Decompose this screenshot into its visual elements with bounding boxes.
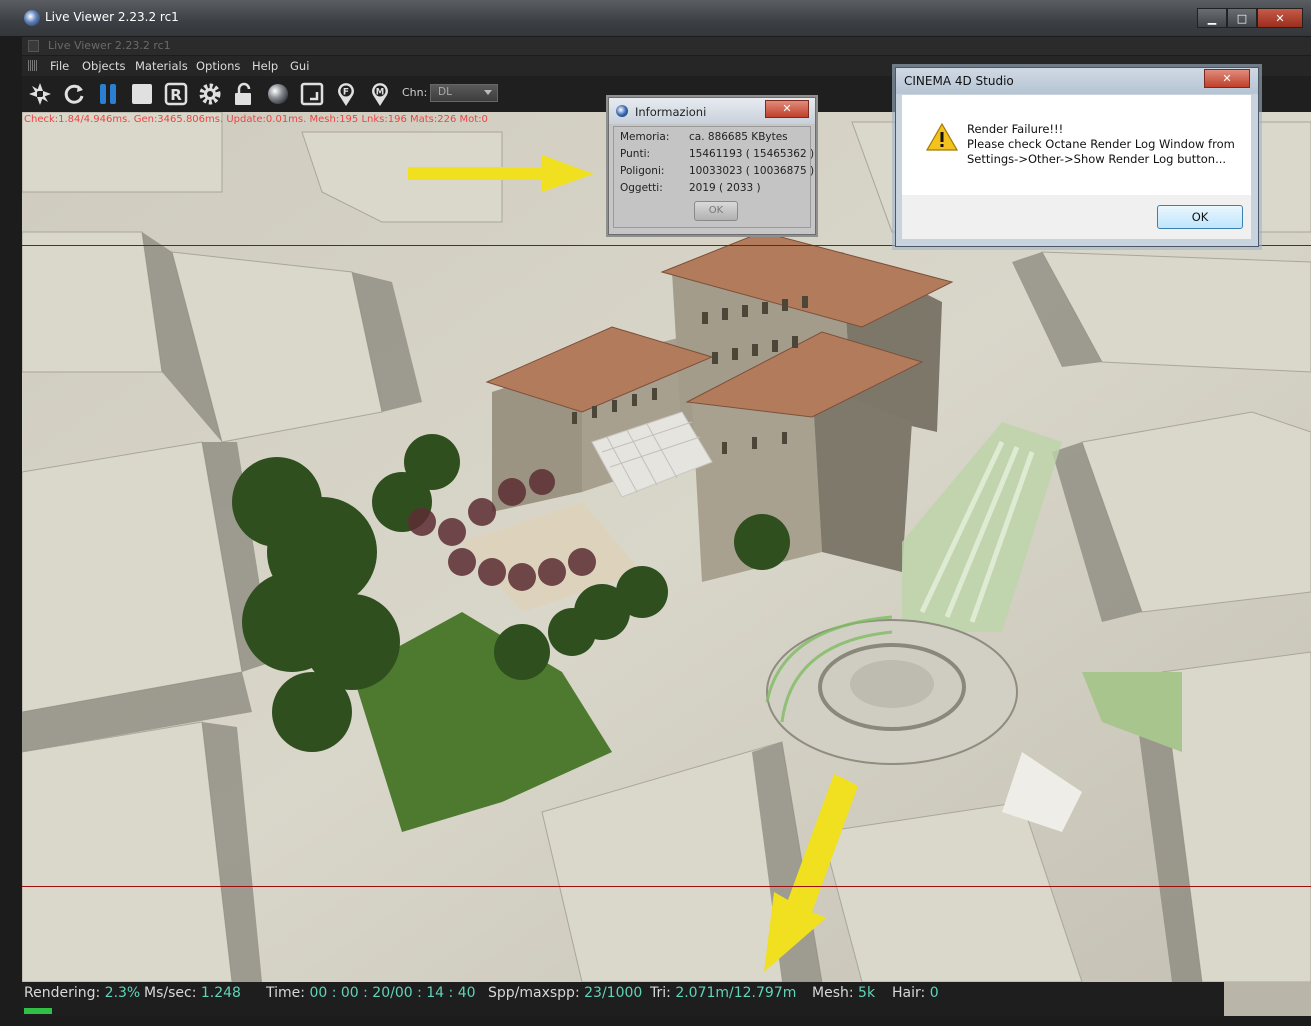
restart-button[interactable] [60,80,88,108]
status-bar-filler [1224,982,1311,1016]
sphere-icon [268,84,288,104]
menu-help[interactable]: Help [252,59,278,73]
c4d-dialog-body: Render Failure!!! Please check Octane Re… [902,95,1251,195]
window-title: Live Viewer 2.23.2 rc1 [45,10,179,24]
material-pick-button[interactable]: M [366,80,394,108]
chevron-down-icon [484,90,492,95]
pin-m-icon: M [372,83,388,106]
rendering-percent: 2.3% [104,985,141,1001]
info-ok-button[interactable]: OK [694,201,738,221]
render-failure-dialog: CINEMA 4D Studio ✕ Render Failure!!! Ple… [895,67,1259,247]
lock-button[interactable] [230,80,258,108]
c4d-dialog-titlebar[interactable]: CINEMA 4D Studio ✕ [896,68,1258,94]
render-failure-message: Render Failure!!! Please check Octane Re… [967,122,1235,167]
r-box-icon: R [164,82,188,106]
mesh-value: 5k [858,985,876,1001]
channel-select[interactable]: DL [430,84,498,102]
time-value: 00 : 00 : 20/00 : 14 : 40 [309,985,476,1001]
rendering-status: Rendering: 2.3% [24,985,141,1001]
hair-status: Hair: 0 [892,985,939,1001]
minimize-button[interactable]: ▁ [1197,8,1227,28]
ms-per-sec-value: 1.248 [200,985,241,1001]
stop-icon [132,84,152,104]
c4d-dialog-close-button[interactable]: ✕ [1204,69,1250,88]
hair-value: 0 [929,985,939,1001]
pause-button[interactable] [94,80,122,108]
info-dialog-title: Informazioni [635,105,707,119]
aperture-icon [29,83,51,105]
pin-f-icon: F [338,83,354,106]
window-controls: ▁ □ ✕ [1197,8,1303,28]
ms-per-sec-status: Ms/sec: 1.248 [144,985,241,1001]
info-dialog-close-button[interactable]: ✕ [765,100,809,118]
warning-icon [926,123,958,151]
title-bar[interactable]: Live Viewer 2.23.2 rc1 ▁ □ ✕ [0,0,1311,36]
status-bar: Rendering: 2.3% Ms/sec: 1.248 Time: 00 :… [22,982,1224,1016]
pause-icon [100,84,116,104]
time-status: Time: 00 : 00 : 20/00 : 14 : 40 [266,985,476,1001]
window-icon [28,40,39,52]
tri-status: Tri: 2.071m/12.797m [650,985,797,1001]
svg-text:R: R [170,86,182,104]
message-line-2: Please check Octane Render Log Window fr… [967,137,1235,151]
inner-title-bar: Live Viewer 2.23.2 rc1 [22,37,1311,55]
stop-button[interactable] [128,80,156,108]
live-viewer-window: Live Viewer 2.23.2 rc1 ▁ □ ✕ Live Viewer… [0,0,1311,1026]
info-dialog-body: Memoria: ca. 886685 KBytes Punti: 15461193… [613,126,814,228]
info-dialog-titlebar[interactable]: Informazioni ✕ [609,98,815,124]
region-guide-bottom [22,886,1311,887]
grip-icon[interactable] [28,60,38,71]
channel-label: Chn: [402,86,428,99]
material-preview-button[interactable] [264,80,292,108]
tri-value: 2.071m/12.797m [675,985,797,1001]
maximize-button[interactable]: □ [1227,8,1257,28]
c4d-dialog-footer: OK [902,195,1251,239]
svg-text:F: F [343,88,349,98]
svg-text:M: M [376,88,384,98]
refresh-icon [64,84,84,104]
menu-gui[interactable]: Gui [290,59,309,73]
message-line-3: Settings->Other->Show Render Log button.… [967,152,1227,166]
crop-box-icon [300,82,324,106]
close-button[interactable]: ✕ [1257,8,1303,28]
message-line-1: Render Failure!!! [967,122,1064,136]
focus-pick-button[interactable]: F [332,80,360,108]
mesh-status: Mesh: 5k [812,985,876,1001]
menu-materials[interactable]: Materials [135,59,188,73]
spp-status: Spp/maxspp: 23/1000 [488,985,643,1001]
menu-objects[interactable]: Objects [82,59,125,73]
gear-icon [199,83,221,105]
region-render-button[interactable]: R [162,80,190,108]
lock-open-icon [235,82,251,105]
render-progress-bar [24,1008,52,1014]
settings-button[interactable] [196,80,224,108]
region-button[interactable] [298,80,326,108]
channel-select-value: DL [438,86,452,98]
c4d-dialog-title: CINEMA 4D Studio [904,74,1014,88]
spp-value: 23/1000 [584,985,643,1001]
cinema4d-logo-icon [616,105,628,117]
menu-file[interactable]: File [50,59,69,73]
debug-stats-text: Check:1.84/4.946ms. Gen:3465.806ms. Upda… [24,114,488,125]
menu-options[interactable]: Options [196,59,240,73]
inner-title: Live Viewer 2.23.2 rc1 [48,39,171,52]
send-scene-button[interactable] [26,80,54,108]
cinema4d-logo-icon [24,10,40,26]
info-dialog: Informazioni ✕ Memoria: ca. 886685 KBytes… [608,97,816,235]
c4d-ok-button[interactable]: OK [1157,205,1243,229]
